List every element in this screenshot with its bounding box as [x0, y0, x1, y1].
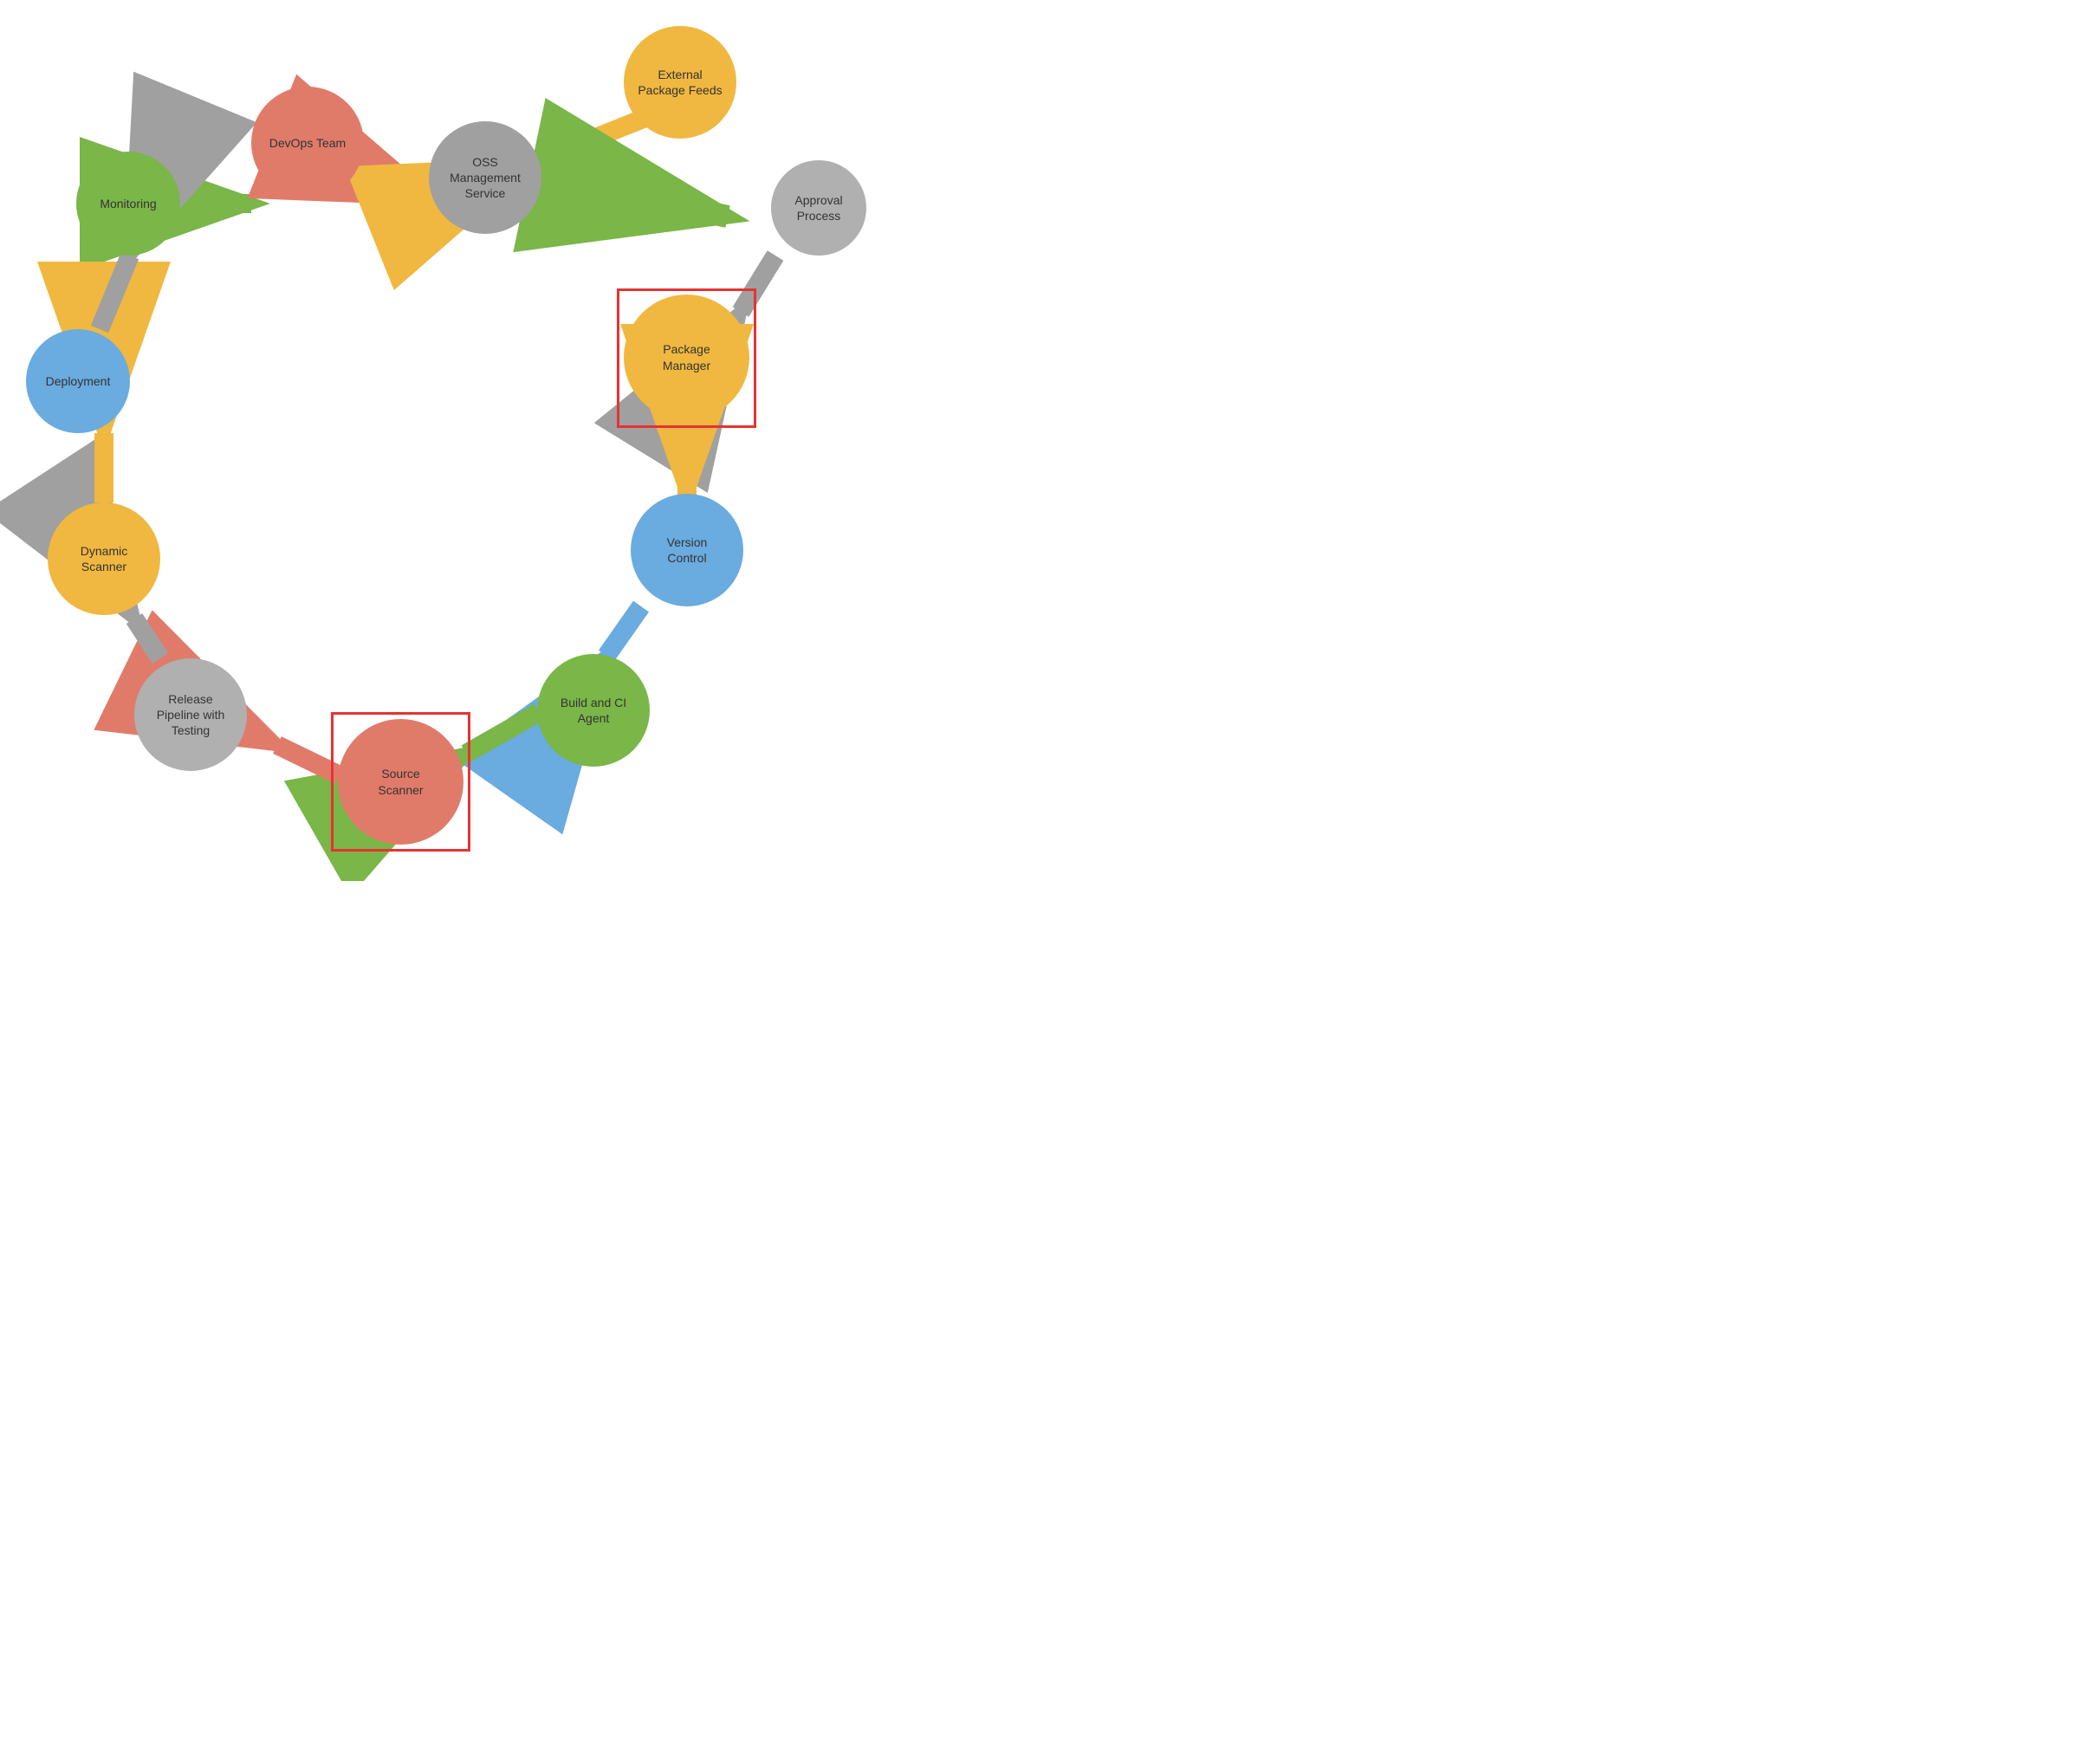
external-feeds-node: ExternalPackage Feeds [624, 26, 736, 139]
deployment-label: Deployment [46, 373, 111, 389]
release-pipeline-node: ReleasePipeline withTesting [134, 658, 247, 771]
release-pipeline-label: ReleasePipeline withTesting [157, 691, 225, 739]
external-feeds-label: ExternalPackage Feeds [638, 67, 722, 98]
package-manager-node: PackageManager [624, 295, 749, 420]
deployment-node: Deployment [26, 329, 130, 433]
monitoring-node: Monitoring [76, 152, 180, 256]
build-ci-node: Build and CIAgent [537, 654, 650, 767]
dynamic-scanner-label: DynamicScanner [81, 543, 127, 574]
oss-management-node: OSSManagementService [429, 121, 541, 234]
diagram-canvas: Monitoring DevOps Team OSSManagementServ… [0, 0, 1050, 881]
version-control-label: VersionControl [667, 534, 708, 566]
version-control-node: VersionControl [631, 494, 743, 606]
source-scanner-node: SourceScanner [338, 719, 463, 845]
dynamic-scanner-node: DynamicScanner [48, 502, 160, 615]
monitoring-label: Monitoring [100, 196, 156, 211]
oss-management-label: OSSManagementService [450, 154, 521, 202]
package-manager-label: PackageManager [663, 341, 710, 372]
build-ci-label: Build and CIAgent [561, 695, 626, 726]
approval-process-label: ApprovalProcess [794, 192, 842, 223]
source-scanner-label: SourceScanner [378, 766, 423, 797]
devops-team-label: DevOps Team [269, 135, 346, 151]
devops-team-node: DevOps Team [251, 87, 364, 199]
approval-process-node: ApprovalProcess [771, 160, 866, 256]
